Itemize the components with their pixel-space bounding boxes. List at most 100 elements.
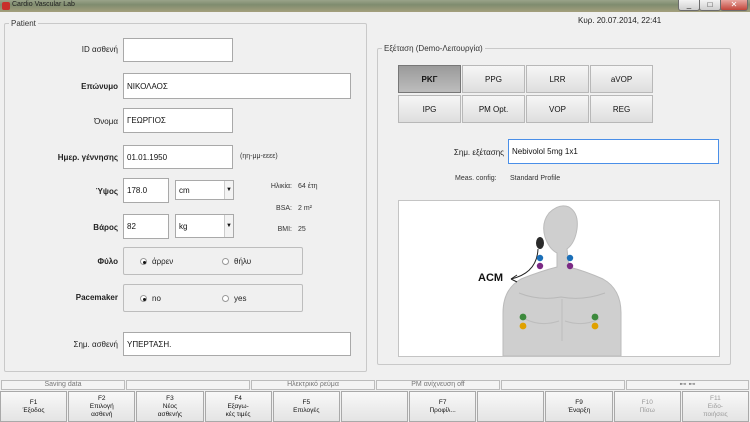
app-icon (2, 2, 10, 10)
meas-config-value: Standard Profile (510, 175, 561, 182)
height-field[interactable]: 178.0 (123, 178, 169, 203)
chevron-down-icon: ▼ (224, 181, 233, 199)
fkey-label: Ειδο- (707, 402, 723, 410)
fkey-key: F1 (29, 398, 38, 406)
title-bar: Cardio Vascular Lab _ □ ✕ (0, 0, 750, 12)
fkey-f2-button[interactable]: F2 Επιλογή ασθενή (68, 391, 136, 422)
exam-button-lrr[interactable]: LRR (526, 65, 589, 93)
sex-radio-group: άρρεν θήλυ (123, 247, 303, 275)
radio-selected-icon (140, 295, 147, 302)
weight-unit-select[interactable]: kg ▼ (175, 214, 234, 238)
meas-config-label: Meas. config: (455, 175, 497, 182)
patient-note-field[interactable]: ΥΠΕΡΤΑΣΗ. (123, 332, 351, 356)
exam-legend: Εξέταση (Demo-Λειτουργία) (384, 44, 483, 53)
sex-option-female: θήλυ (234, 257, 252, 266)
window-title: Cardio Vascular Lab (12, 1, 75, 8)
fkey-key: F7 (438, 398, 447, 406)
name-label: Όνομα (94, 117, 118, 126)
status-empty-2 (501, 380, 625, 390)
minimize-button[interactable]: _ (678, 0, 700, 11)
radio-unselected-icon (222, 258, 229, 265)
exam-note-label: Σημ. εξέτασης (453, 148, 504, 157)
fkey-f3-button[interactable]: F3 Νέος ασθενής (136, 391, 204, 422)
dob-format-hint: (ηη-μμ-εεεε) (240, 153, 278, 160)
patient-id-field[interactable] (123, 38, 233, 62)
fkey-f11-button[interactable]: F11 Ειδο-ποιήσεις (681, 391, 749, 422)
pacemaker-radio-yes[interactable]: yes (222, 294, 246, 303)
radio-selected-icon (140, 258, 147, 265)
fkey-label: ασθενή (91, 410, 113, 418)
electrode-diagram: ACM (398, 200, 720, 357)
exam-button-pm-opt[interactable]: PM Opt. (462, 95, 525, 123)
fkey-empty-5-button[interactable] (340, 391, 409, 422)
radio-unselected-icon (222, 295, 229, 302)
pacemaker-radio-no[interactable]: no (140, 294, 161, 303)
fkey-label: Έξοδος (22, 406, 45, 414)
surname-label: Επώνυμο (81, 82, 118, 91)
height-label: Ύψος (95, 187, 119, 196)
bmi-label: BMI: (277, 226, 292, 233)
exam-button-reg[interactable]: REG (590, 95, 653, 123)
weight-unit-value: kg (179, 221, 188, 231)
dob-field[interactable]: 01.01.1950 (123, 145, 233, 169)
exam-button-ppg[interactable]: PPG (462, 65, 525, 93)
exam-note-field[interactable]: Nebivolol 5mg 1x1 (508, 139, 719, 164)
weight-label: Βάρος (93, 223, 118, 232)
height-unit-select[interactable]: cm ▼ (175, 180, 234, 200)
sex-radio-female[interactable]: θήλυ (222, 257, 251, 266)
fkey-key: F4 (234, 394, 242, 402)
id-label: ID ασθενή (81, 45, 118, 54)
exam-button-vop[interactable]: VOP (526, 95, 589, 123)
pacemaker-option-yes: yes (234, 294, 247, 303)
fkey-key: F9 (575, 398, 583, 406)
status-power: Ηλεκτρικό ρεύμα (251, 380, 375, 390)
fkey-label: Νέος (162, 402, 178, 410)
status-saving: Saving data (1, 380, 125, 390)
fkey-empty-7-button[interactable] (477, 391, 545, 422)
age-value: 64 έτη (298, 183, 318, 190)
dob-label: Ημερ. γέννησης (57, 153, 118, 162)
surname-field[interactable]: ΝΙΚΟΛΑΟΣ (123, 73, 351, 99)
fkey-f9-button[interactable]: F9 Έναρξη (545, 391, 613, 422)
sex-radio-male[interactable]: άρρεν (140, 257, 173, 266)
acm-label: ACM (478, 272, 504, 284)
fkey-key: F10 (641, 398, 653, 406)
fkey-f1-button[interactable]: F1 Έξοδος (0, 391, 68, 422)
fkey-key: F11 (710, 394, 721, 402)
fkey-key: F5 (302, 398, 311, 406)
datetime: Κυρ. 20.07.2014, 22:41 (578, 16, 662, 25)
patient-legend: Patient (11, 19, 36, 28)
sex-option-male: άρρεν (152, 257, 174, 266)
fkey-f5-button[interactable]: F5 Επιλογές (272, 391, 340, 422)
maximize-button[interactable]: □ (699, 0, 721, 11)
pacemaker-label: Pacemaker (75, 293, 118, 302)
pacemaker-option-no: no (152, 294, 161, 303)
fkey-label: Έναρξη (567, 406, 591, 414)
exam-button-ipg[interactable]: IPG (398, 95, 461, 123)
fkey-f7-button[interactable]: F7 Προφίλ... (409, 391, 477, 422)
status-connection-icons: ⊷ ⊷ (626, 380, 749, 390)
body-silhouette-illustration (502, 205, 622, 357)
first-name-field[interactable]: ΓΕΩΡΓΙΟΣ (123, 108, 233, 133)
fkey-label: κές τιμές (225, 410, 251, 418)
weight-field[interactable]: 82 (123, 214, 169, 239)
sex-label: Φύλο (97, 257, 118, 266)
fkey-label: ποιήσεις (703, 410, 728, 418)
age-label: Ηλικία: (270, 183, 292, 190)
height-unit-value: cm (179, 185, 190, 195)
bsa-label: BSA: (276, 205, 292, 212)
exam-button-avop[interactable]: aVOP (590, 65, 653, 93)
fkey-label: ασθενής (157, 410, 183, 418)
close-button[interactable]: ✕ (720, 0, 748, 11)
status-empty-1 (126, 380, 250, 390)
fkey-f10-button[interactable]: F10 Πίσω (613, 391, 681, 422)
patient-note-label: Σημ. ασθενή (73, 340, 118, 349)
fkey-key: F3 (166, 394, 174, 402)
fkey-label: Πίσω (639, 406, 655, 414)
fkey-key: F2 (97, 394, 106, 402)
pacemaker-radio-group: no yes (123, 284, 303, 312)
fkey-label: Επιλογή (89, 402, 114, 410)
fkey-f4-button[interactable]: F4 Εξαγω-κές τιμές (204, 391, 272, 422)
fkey-label: Επιλογές (293, 406, 320, 414)
exam-button-rkg[interactable]: ΡΚΓ (398, 65, 461, 93)
